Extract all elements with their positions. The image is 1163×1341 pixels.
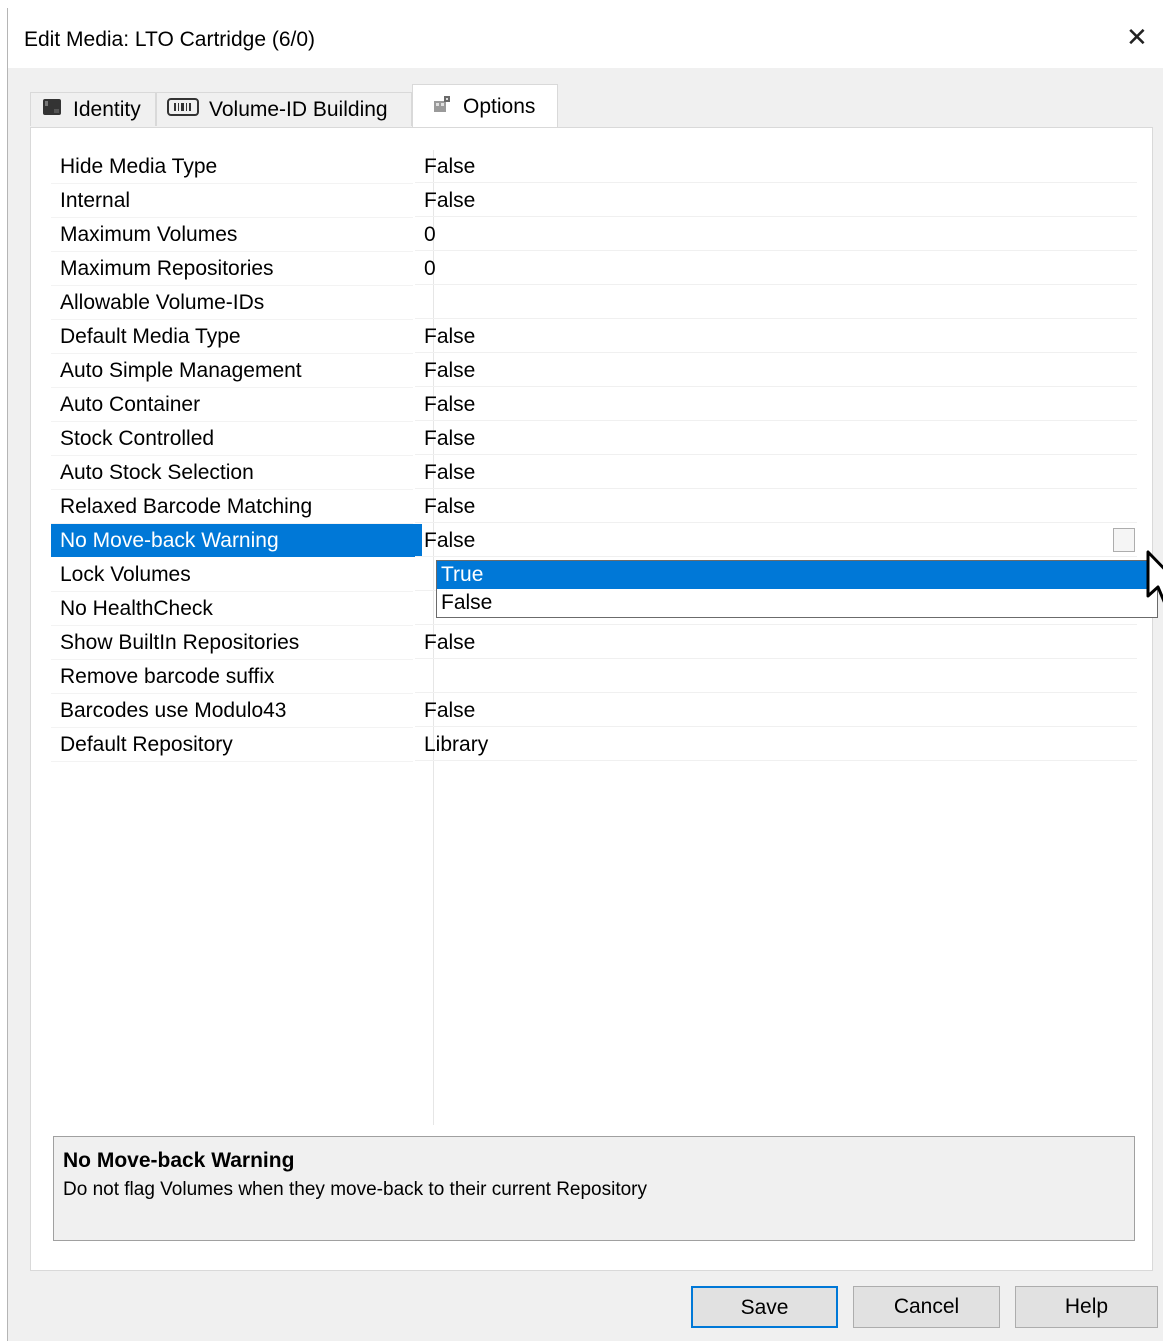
property-name: Auto Simple Management [60, 359, 302, 382]
property-value[interactable]: Library [415, 728, 1137, 761]
property-name: Allowable Volume-IDs [60, 291, 265, 314]
tab-volume-id-building[interactable]: Volume-ID Building [156, 92, 412, 126]
options-icon [431, 93, 453, 121]
cartridge-icon [41, 96, 63, 124]
property-row[interactable]: Maximum Volumes 0 [51, 218, 1137, 252]
property-name: Lock Volumes [60, 563, 191, 586]
window-title: Edit Media: LTO Cartridge (6/0) [24, 28, 316, 51]
property-value[interactable]: False [415, 388, 1137, 421]
property-value[interactable]: 0 [415, 252, 1137, 285]
property-value[interactable]: False [415, 456, 1137, 489]
value-dropdown-list: True False [436, 560, 1158, 618]
property-value[interactable] [415, 660, 1137, 693]
property-value[interactable]: False [415, 320, 1137, 353]
property-name: No Move-back Warning [51, 524, 422, 557]
property-value[interactable] [415, 286, 1137, 319]
property-row[interactable]: Relaxed Barcode Matching False [51, 490, 1137, 524]
property-row[interactable]: Default Repository Library [51, 728, 1137, 762]
property-grid: Hide Media Type False Internal False Maxim… [51, 150, 1163, 1125]
property-value[interactable]: False [415, 354, 1137, 387]
property-name: Stock Controlled [60, 427, 215, 450]
property-row[interactable]: Maximum Repositories 0 [51, 252, 1137, 286]
property-row[interactable]: Barcodes use Modulo43 False [51, 694, 1137, 728]
property-row[interactable]: Remove barcode suffix [51, 660, 1137, 694]
edit-media-dialog: Edit Media: LTO Cartridge (6/0) ✕ Identi… [7, 8, 1163, 1341]
tab-options[interactable]: Options [412, 84, 558, 128]
save-button[interactable]: Save [691, 1286, 838, 1328]
property-row[interactable]: Show BuiltIn Repositories False [51, 626, 1137, 660]
property-name: Auto Container [60, 393, 201, 416]
property-row[interactable]: Stock Controlled False [51, 422, 1137, 456]
dropdown-option-true[interactable]: True [437, 561, 1157, 589]
property-row[interactable]: Auto Simple Management False [51, 354, 1137, 388]
property-name: Maximum Repositories [60, 257, 274, 280]
property-row-selected[interactable]: No Move-back Warning False [51, 524, 1137, 558]
property-row[interactable]: Default Media Type False [51, 320, 1137, 354]
property-value[interactable]: False [415, 150, 1137, 183]
property-row[interactable]: Auto Container False [51, 388, 1137, 422]
property-name: Maximum Volumes [60, 223, 238, 246]
property-name: Hide Media Type [60, 155, 218, 178]
dropdown-option-false[interactable]: False [437, 589, 1157, 617]
barcode-icon [167, 97, 199, 123]
tab-identity[interactable]: Identity [30, 92, 156, 126]
property-value[interactable]: False [415, 626, 1137, 659]
property-value[interactable]: False [415, 694, 1137, 727]
property-name: Default Media Type [60, 325, 241, 348]
property-value[interactable]: False [415, 184, 1137, 217]
dropdown-button[interactable] [1113, 528, 1135, 552]
property-row[interactable]: Hide Media Type False [51, 150, 1137, 184]
title-bar: Edit Media: LTO Cartridge (6/0) ✕ [8, 8, 1163, 68]
property-description-box: No Move-back Warning Do not flag Volumes… [53, 1136, 1135, 1241]
property-value-editor[interactable]: False [415, 524, 1137, 557]
property-row[interactable]: Allowable Volume-IDs [51, 286, 1137, 320]
property-row[interactable]: Internal False [51, 184, 1137, 218]
property-value[interactable]: 0 [415, 218, 1137, 251]
description-text: Do not flag Volumes when they move-back … [63, 1179, 648, 1200]
cancel-button[interactable]: Cancel [853, 1286, 1000, 1328]
tab-volume-id-building-label: Volume-ID Building [209, 97, 388, 121]
tab-options-label: Options [463, 94, 536, 118]
tab-identity-label: Identity [73, 97, 141, 121]
property-value[interactable]: False [415, 490, 1137, 523]
property-name: Auto Stock Selection [60, 461, 254, 484]
property-name: Internal [60, 189, 131, 212]
property-name: Show BuiltIn Repositories [60, 631, 300, 654]
property-name: Remove barcode suffix [60, 665, 275, 688]
property-row[interactable]: Auto Stock Selection False [51, 456, 1137, 490]
close-icon[interactable]: ✕ [1126, 22, 1148, 52]
property-name: Relaxed Barcode Matching [60, 495, 313, 518]
property-value[interactable]: False [415, 422, 1137, 455]
property-name: No HealthCheck [60, 597, 213, 620]
property-name: Default Repository [60, 733, 233, 756]
description-title: No Move-back Warning [63, 1149, 295, 1172]
options-panel: Hide Media Type False Internal False Maxim… [30, 127, 1163, 1271]
property-name: Barcodes use Modulo43 [60, 699, 287, 722]
mouse-cursor-icon [1146, 550, 1163, 603]
help-button[interactable]: Help [1015, 1286, 1158, 1328]
